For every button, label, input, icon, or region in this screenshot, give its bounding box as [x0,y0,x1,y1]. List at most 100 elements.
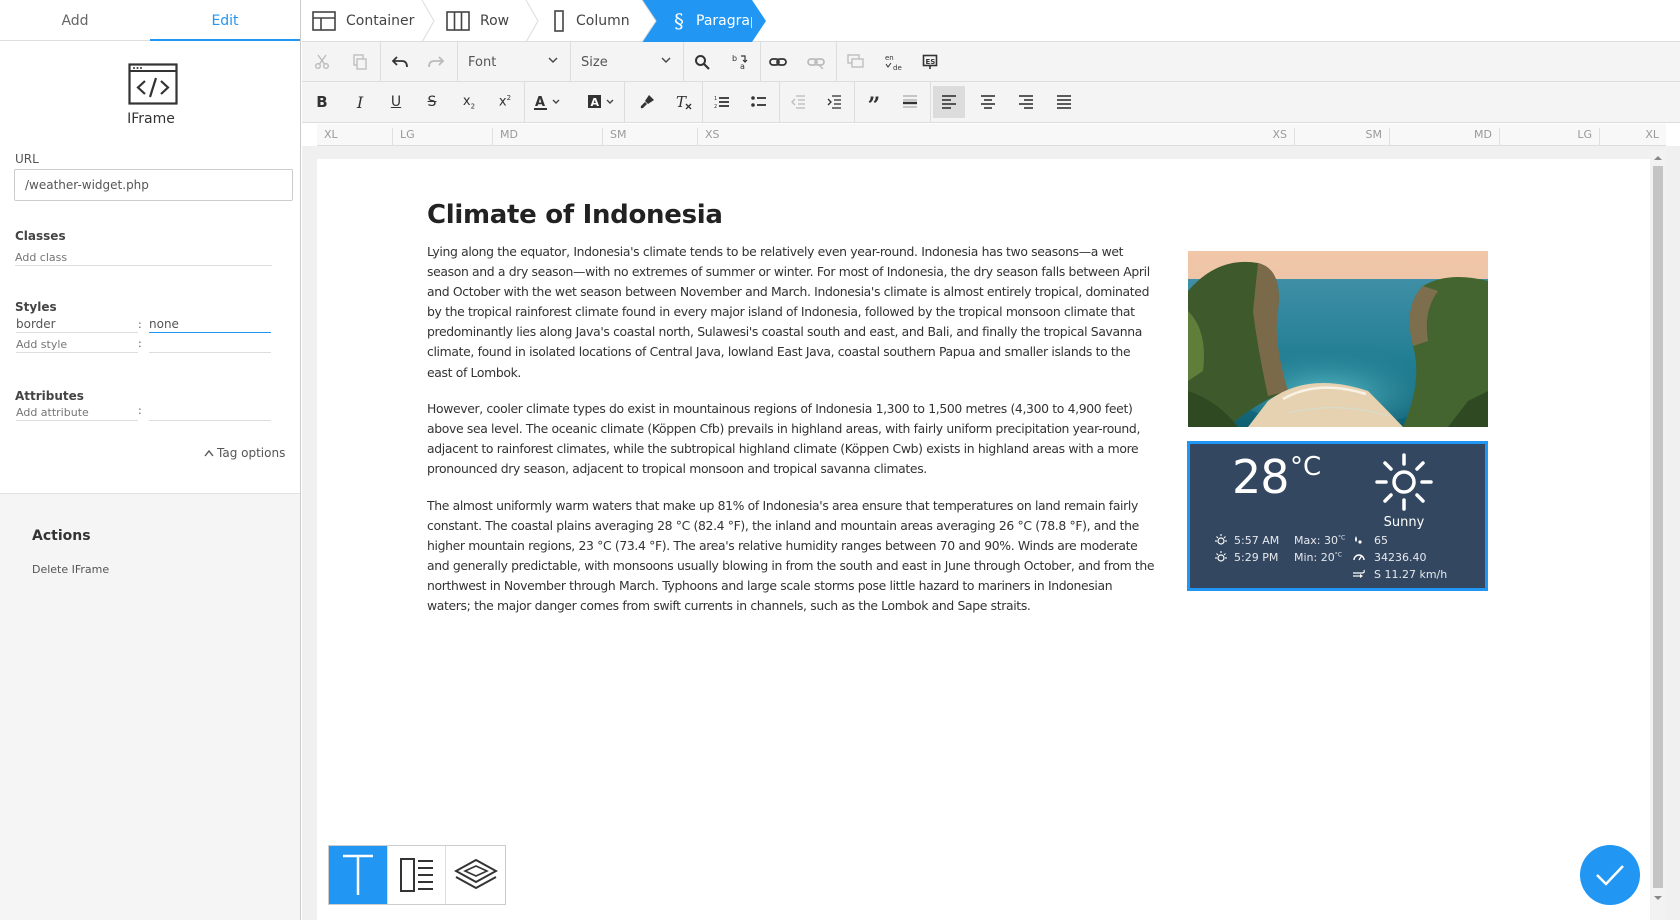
align-left-button[interactable] [933,86,965,118]
style-value-input[interactable] [149,316,271,333]
confirm-button[interactable] [1580,845,1640,905]
indent-icon [827,95,841,109]
italic-button[interactable]: I [344,86,376,118]
breadcrumb-separator-icon [421,0,435,42]
scrollbar-thumb[interactable] [1653,166,1663,888]
language-button[interactable]: en de [878,46,910,78]
ruler-mark[interactable]: XS [697,128,817,146]
breadcrumb-column[interactable]: Column [552,0,630,41]
bold-button[interactable]: B [306,86,338,118]
ruler-mark[interactable]: MD [1390,128,1500,146]
find-button[interactable] [686,46,718,78]
ruler-mark[interactable]: MD [492,128,602,146]
add-style-value-input[interactable] [149,336,271,353]
undo-button[interactable] [384,46,416,78]
add-class-input[interactable] [15,250,272,266]
superscript-button[interactable]: x2 [489,86,521,118]
bulleted-list-button[interactable] [743,86,775,118]
justify-button[interactable] [1048,86,1080,118]
text-color-button[interactable]: A [526,86,568,118]
min-temp-unit: °C [1334,551,1342,559]
size-select-label: Size [581,54,608,70]
weather-wind: S 11.27 km/h [1352,568,1472,582]
ruler-mark[interactable]: XL [1600,128,1666,146]
comment-button[interactable] [840,46,872,78]
sunrise-time: 5:57 AM [1234,534,1280,547]
remove-format-button[interactable]: T [668,86,700,118]
unlink-button[interactable] [800,46,832,78]
article-title[interactable]: Climate of Indonesia [427,200,723,230]
ruler-mark[interactable]: XS [1166,128,1295,146]
comments-icon [847,54,864,68]
chevron-down-icon [548,57,558,63]
ruler-mark[interactable]: SM [602,128,697,146]
breadcrumb-container[interactable]: Container [312,0,414,41]
layout-mode-button[interactable] [388,846,447,904]
element-name: IFrame [127,111,175,127]
strikethrough-button[interactable]: S [416,86,448,118]
paint-brush-icon [640,95,654,109]
toolbar-divider [760,42,761,82]
ruler-mark[interactable]: SM [1295,128,1390,146]
size-select[interactable]: Size [571,42,683,82]
max-temp-unit: °C [1337,534,1346,542]
ruler-mark[interactable]: LG [1500,128,1600,146]
scroll-down-arrow-icon[interactable] [1650,892,1666,904]
copy-button[interactable] [344,46,376,78]
weather-pressure: 34236.40 [1352,551,1452,565]
background-color-button[interactable]: A [580,86,622,118]
humidity-icon [1355,536,1362,544]
subscript-button[interactable]: x2 [453,86,485,118]
align-right-button[interactable] [1010,86,1042,118]
font-select[interactable]: Font [458,42,570,82]
article-paragraph[interactable]: The almost uniformly warm waters that ma… [427,496,1155,617]
horizontal-line-button[interactable] [894,86,926,118]
add-attribute-key-input[interactable] [16,404,138,421]
classes-label: Classes [15,229,66,243]
layers-mode-button[interactable] [446,846,505,904]
canvas-scrollbar[interactable] [1650,150,1666,920]
beach-cliff-photo[interactable] [1188,251,1488,427]
toolbar-divider [930,82,931,122]
numbered-list-button[interactable]: 12 [706,86,738,118]
breadcrumb-paragraph[interactable]: § Paragraph [642,0,768,42]
tab-add[interactable]: Add [0,0,150,41]
layout-panel-icon [399,858,433,892]
blockquote-button[interactable]: ” [858,86,890,118]
underline-button[interactable]: U [380,86,412,118]
ruler-mark[interactable]: XL [317,128,392,146]
outdent-button[interactable] [782,86,814,118]
delete-iframe-action[interactable]: Delete IFrame [32,563,109,576]
toolbar-divider [779,82,780,122]
unlink-icon [807,58,825,69]
link-button[interactable] [762,46,794,78]
add-attribute-value-input[interactable] [149,404,271,421]
outdent-icon [791,95,805,109]
ruler-mark[interactable]: LG [392,128,492,146]
breadcrumb-arrow-out [752,0,766,42]
checkmark-icon [1596,865,1624,886]
max-temp: Max: 30 [1294,534,1338,547]
tag-options-toggle[interactable]: Tag options [204,446,285,460]
redo-button[interactable] [420,46,452,78]
align-center-button[interactable] [972,86,1004,118]
tab-edit[interactable]: Edit [150,0,300,41]
indent-button[interactable] [818,86,850,118]
undo-icon [392,56,408,68]
add-style-key-input[interactable] [16,336,138,353]
svg-text:A: A [591,96,600,109]
text-mode-button[interactable] [329,846,388,904]
breadcrumb-row[interactable]: Row [446,0,509,41]
iframe-code-icon [128,63,178,105]
url-input[interactable] [14,169,293,201]
scroll-up-arrow-icon[interactable] [1650,152,1666,164]
article-paragraph[interactable]: However, cooler climate types do exist i… [427,399,1155,479]
svg-text:ES: ES [926,58,936,66]
weather-widget-iframe[interactable]: 28 °C Sunny 5:57 AM 5:29 PM Max: 30°C Mi… [1187,441,1488,591]
copy-format-button[interactable] [631,86,663,118]
cut-button[interactable] [306,46,338,78]
article-paragraph[interactable]: Lying along the equator, Indonesia's cli… [427,242,1155,383]
style-key-input[interactable] [16,316,138,333]
replace-button[interactable]: ba [724,46,756,78]
source-button[interactable]: ES [914,46,946,78]
